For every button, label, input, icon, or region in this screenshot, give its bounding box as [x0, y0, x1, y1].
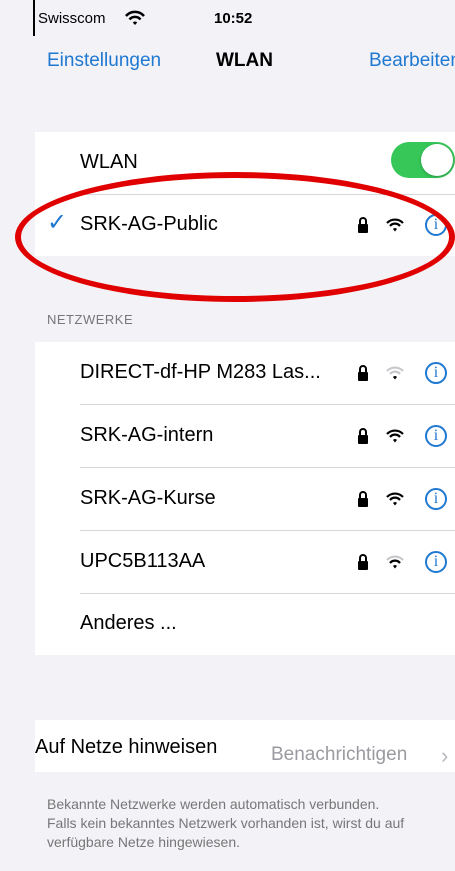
hint-label: Auf Netze hinweisen: [35, 736, 218, 758]
network-row[interactable]: SRK-AG-intern i: [35, 405, 455, 467]
info-icon[interactable]: i: [425, 362, 447, 384]
clock: 10:52: [214, 10, 253, 27]
status-bar-edge: [33, 0, 35, 36]
back-button[interactable]: Einstellungen: [47, 50, 161, 72]
network-name: SRK-AG-Kurse: [80, 487, 216, 509]
wifi-signal-icon: [386, 218, 404, 232]
wlan-toggle[interactable]: [391, 142, 455, 178]
wlan-toggle-row: WLAN: [35, 132, 455, 194]
info-icon[interactable]: i: [425, 551, 447, 573]
lock-icon: [358, 554, 368, 570]
wifi-signal-icon: [386, 555, 404, 569]
wlan-label: WLAN: [80, 151, 138, 173]
wifi-signal-icon: [386, 366, 404, 380]
info-icon[interactable]: i: [425, 488, 447, 510]
carrier-label: Swisscom: [38, 10, 106, 27]
networks-section-title: NETZWERKE: [47, 312, 134, 327]
networks-group: DIRECT-df-HP M283 Las... i SRK-AG-intern…: [35, 342, 455, 655]
toggle-knob: [421, 144, 453, 176]
network-name: UPC5B113AA: [80, 550, 206, 572]
wifi-signal-icon: [386, 429, 404, 443]
lock-icon: [358, 217, 368, 233]
navigation-bar: Einstellungen WLAN Bearbeiten: [0, 36, 455, 86]
lock-icon: [358, 365, 368, 381]
current-network-name: SRK-AG-Public: [80, 213, 218, 235]
edit-button[interactable]: Bearbeiten: [369, 50, 455, 72]
wifi-signal-icon: [386, 492, 404, 506]
hint-footer: Bekannte Netzwerke werden automatisch ve…: [47, 796, 405, 850]
network-row[interactable]: UPC5B113AA i: [35, 531, 455, 593]
other-network-row[interactable]: Anderes ...: [35, 594, 455, 655]
lock-icon: [358, 491, 368, 507]
checkmark-icon: ✓: [47, 209, 68, 236]
wifi-status-icon: [125, 10, 145, 25]
current-network-row[interactable]: ✓ SRK-AG-Public i: [35, 194, 455, 256]
info-icon[interactable]: i: [425, 425, 447, 447]
hint-value: Benachrichtigen: [271, 744, 408, 765]
network-row[interactable]: DIRECT-df-HP M283 Las... i: [35, 342, 455, 404]
page-title: WLAN: [216, 50, 273, 71]
other-network-label: Anderes ...: [80, 612, 177, 634]
info-icon[interactable]: i: [425, 214, 447, 236]
wlan-group: WLAN ✓ SRK-AG-Public i: [35, 132, 455, 256]
network-name: DIRECT-df-HP M283 Las...: [80, 361, 321, 383]
lock-icon: [358, 428, 368, 444]
status-bar: Swisscom 10:52: [0, 0, 455, 36]
network-name: SRK-AG-intern: [80, 424, 214, 446]
chevron-right-icon: ›: [441, 743, 449, 768]
network-row[interactable]: SRK-AG-Kurse i: [35, 468, 455, 530]
